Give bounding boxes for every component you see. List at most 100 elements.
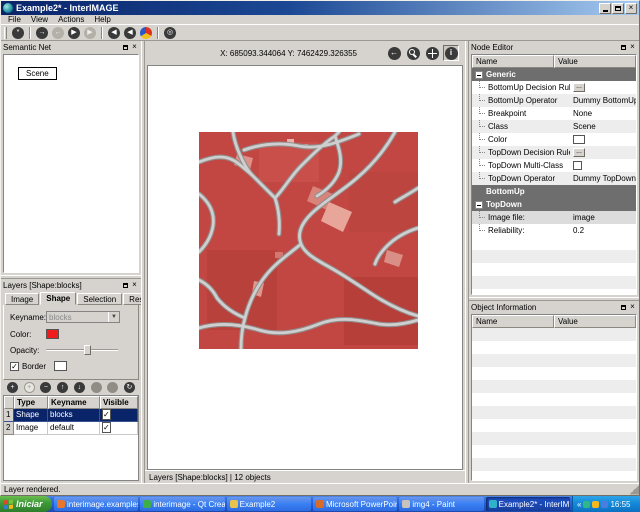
menu-file[interactable]: File (3, 15, 26, 24)
multiclass-checkbox[interactable] (573, 161, 582, 170)
close-icon[interactable]: × (628, 43, 637, 52)
border-checkbox[interactable] (10, 362, 19, 371)
menu-actions[interactable]: Actions (53, 15, 89, 24)
taskbar-task[interactable]: Microsoft PowerPoint - [I... (313, 497, 397, 511)
taskbar-task[interactable]: img4 - Paint (399, 497, 483, 511)
keyname-value: blocks (49, 313, 72, 322)
col-keyname[interactable]: Keyname (48, 396, 100, 409)
taskbar-task[interactable]: interimage - Qt Creator (140, 497, 224, 511)
title-bar[interactable]: Example2* - InterIMAGE × (1, 1, 639, 15)
menu-view[interactable]: View (26, 15, 53, 24)
clock: 16:55 (610, 500, 630, 509)
aerial-map-image[interactable] (199, 132, 418, 349)
menu-bar: File View Actions Help (1, 15, 639, 25)
float-icon[interactable] (121, 281, 130, 290)
property-row[interactable]: TopDown Multi-Class (472, 159, 636, 172)
map-info-button[interactable]: i (443, 45, 459, 61)
table-row[interactable]: 2 Image default (4, 422, 138, 435)
add-alt-button[interactable]: + (24, 382, 35, 393)
run-back-button[interactable]: ← (51, 26, 65, 40)
settings-button[interactable]: * (11, 26, 25, 40)
ellipsis-button[interactable]: ... (573, 148, 585, 157)
ellipsis-button[interactable]: ... (573, 83, 585, 92)
tray-icon-yellow[interactable] (592, 501, 599, 508)
property-row[interactable]: Breakpoint None (472, 107, 636, 120)
tray-icon-blue[interactable] (601, 501, 608, 508)
col-value[interactable]: Value (554, 315, 636, 328)
col-type[interactable]: Type (14, 396, 48, 409)
keyname-dropdown[interactable]: blocks ▼ (46, 311, 120, 323)
refresh-button[interactable]: ↻ (124, 382, 135, 393)
step-button[interactable]: ▶ (83, 26, 97, 40)
col-name[interactable]: Name (472, 55, 554, 68)
float-icon[interactable] (121, 43, 130, 52)
map-back-button[interactable]: ← (386, 45, 402, 61)
tab-image[interactable]: Image (5, 293, 39, 305)
taskbar-task[interactable]: interimage.examples.ex.... (54, 497, 138, 511)
color-swatch[interactable] (46, 329, 59, 339)
semantic-net-titlebar: Semantic Net × (1, 41, 141, 53)
move-up-button[interactable]: ↑ (57, 382, 68, 393)
border-color-swatch[interactable] (54, 361, 67, 371)
visible-checkbox[interactable] (102, 409, 111, 420)
close-button[interactable]: × (625, 3, 637, 14)
collapse-icon[interactable] (475, 71, 483, 79)
map-viewport[interactable] (147, 65, 463, 470)
colors-button[interactable] (139, 26, 153, 40)
menu-help[interactable]: Help (89, 15, 115, 24)
taskbar: Iniciar interimage.examples.ex.... inter… (0, 496, 640, 512)
opacity-slider[interactable] (46, 345, 118, 355)
move-down-button[interactable]: ↓ (74, 382, 85, 393)
tray-chevron-icon[interactable]: « (577, 500, 581, 509)
nav-back-button[interactable]: ◀ (107, 26, 121, 40)
collapse-icon[interactable] (475, 201, 483, 209)
property-row[interactable]: Image file: image (472, 211, 636, 224)
property-row[interactable]: BottomUp Operator Dummy BottomUp (472, 94, 636, 107)
property-row[interactable]: TopDown Operator Dummy TopDown (472, 172, 636, 185)
tab-shape[interactable]: Shape (40, 292, 76, 305)
play-button[interactable]: ▶ (67, 26, 81, 40)
map-area: X: 685093.344064 Y: 7462429.326355 ← i (145, 41, 465, 483)
taskbar-task-active[interactable]: Example2* - InterIM... (486, 497, 570, 511)
run-forward-button[interactable]: → (35, 26, 49, 40)
stop-button[interactable]: ◎ (163, 26, 177, 40)
layers-title: Layers [Shape:blocks] (3, 281, 121, 290)
visible-checkbox[interactable] (102, 422, 111, 433)
tab-selection[interactable]: Selection (77, 293, 122, 305)
close-icon[interactable]: × (130, 43, 139, 52)
section-topdown[interactable]: TopDown (472, 198, 636, 211)
start-button[interactable]: Iniciar (0, 496, 52, 512)
property-row[interactable]: Class Scene (472, 120, 636, 133)
resize-grip[interactable] (629, 485, 639, 495)
section-bottomup[interactable]: BottomUp (472, 185, 636, 198)
float-icon[interactable] (619, 303, 628, 312)
back-arrow-icon: ← (388, 47, 401, 60)
add-layer-button[interactable]: + (7, 382, 18, 393)
float-icon[interactable] (619, 43, 628, 52)
property-row[interactable]: BottomUp Decision Rule ... (472, 81, 636, 94)
node-editor-title: Node Editor (471, 43, 619, 52)
section-generic[interactable]: Generic (472, 68, 636, 81)
taskbar-task[interactable]: Example2 (227, 497, 311, 511)
col-visible[interactable]: Visible (100, 396, 138, 409)
remove-layer-button[interactable]: − (40, 382, 51, 393)
slider-thumb[interactable] (84, 345, 91, 355)
property-row[interactable]: Color (472, 133, 636, 146)
tray-icon-green[interactable] (583, 501, 590, 508)
scene-node[interactable]: Scene (18, 67, 57, 80)
map-zoom-button[interactable] (405, 45, 421, 61)
maximize-button[interactable] (612, 3, 624, 14)
toolbar-grip[interactable] (4, 27, 7, 39)
table-row[interactable]: 1 Shape blocks (4, 409, 138, 422)
property-row[interactable]: Reliability: 0.2 (472, 224, 636, 237)
col-value[interactable]: Value (554, 55, 636, 68)
nav-first-button[interactable]: ◀ (123, 26, 137, 40)
close-icon[interactable]: × (130, 281, 139, 290)
col-name[interactable]: Name (472, 315, 554, 328)
close-icon[interactable]: × (628, 303, 637, 312)
map-pan-button[interactable] (424, 45, 440, 61)
semantic-net-canvas[interactable]: Scene (3, 54, 139, 273)
property-row[interactable]: TopDown Decision Rule ... (472, 146, 636, 159)
node-color-swatch[interactable] (573, 135, 585, 144)
minimize-button[interactable] (599, 3, 611, 14)
